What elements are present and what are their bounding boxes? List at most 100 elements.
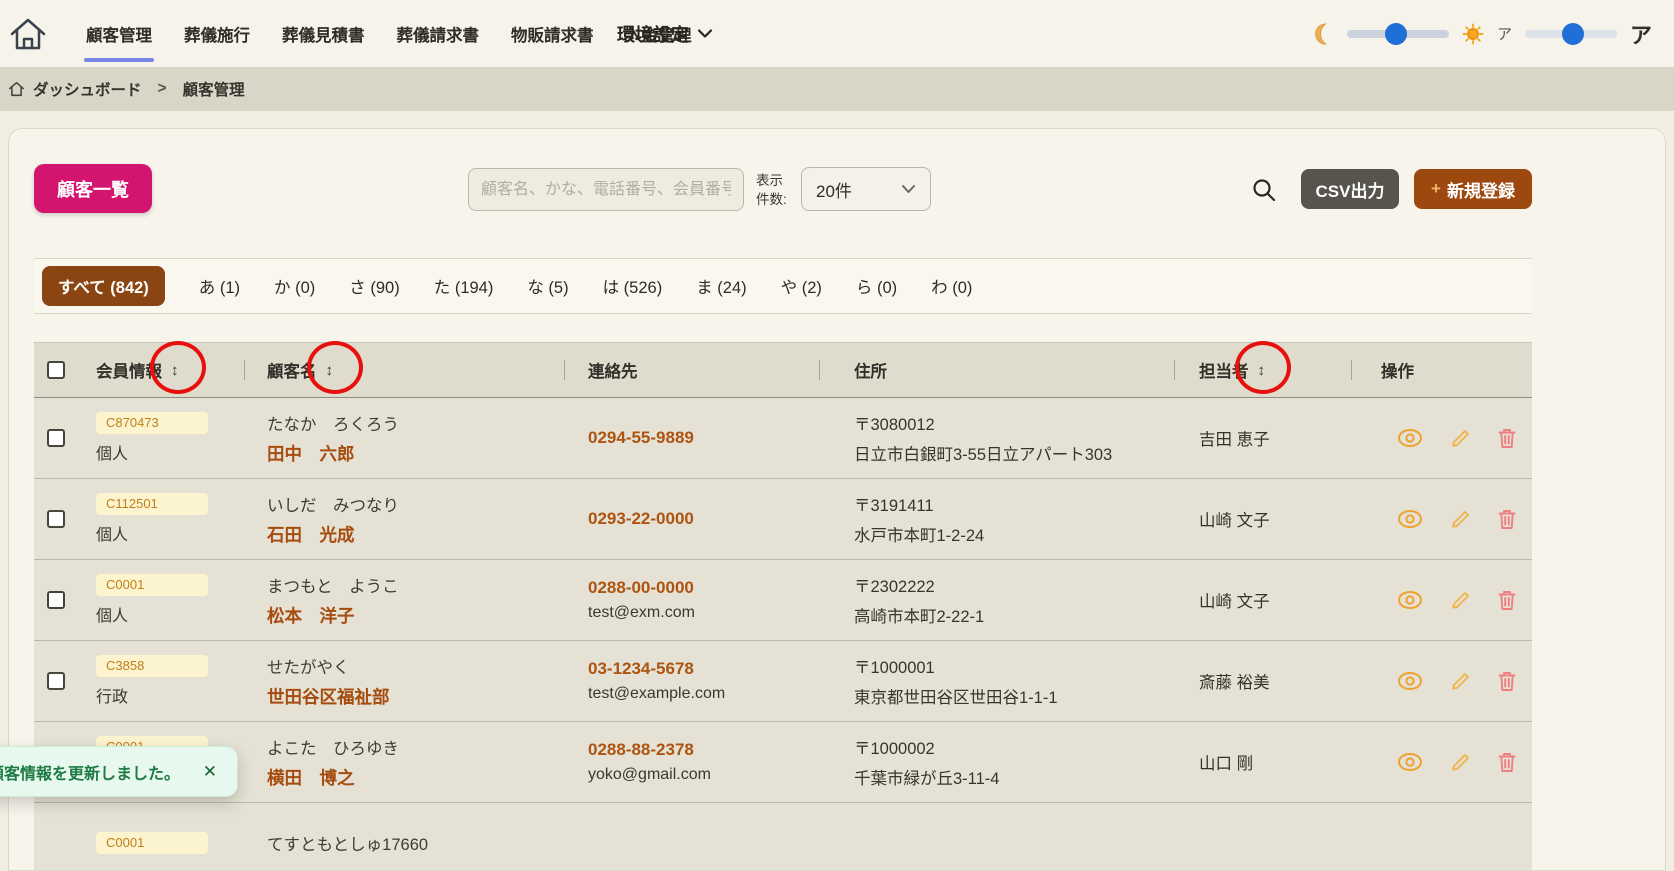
sort-icon[interactable]: ↕	[171, 362, 179, 379]
edit-pencil-icon[interactable]	[1449, 751, 1471, 773]
cell-address	[819, 803, 1174, 870]
customer-list-button[interactable]: 顧客一覧	[34, 164, 152, 213]
view-eye-icon[interactable]	[1397, 509, 1423, 529]
nav-item-settings[interactable]: 環境設定	[617, 0, 713, 67]
customer-kana: てすともとしゅ17660	[267, 836, 429, 854]
chevron-down-icon	[697, 29, 713, 38]
cell-customer-name: たなか ろくろう 田中 六郎	[244, 398, 564, 478]
phone-number[interactable]: 0294-55-9889	[588, 428, 819, 448]
home-icon[interactable]	[6, 12, 50, 56]
header-contact: 連絡先	[564, 343, 819, 397]
row-checkbox[interactable]	[47, 429, 65, 447]
cell-staff: 山崎 文子	[1174, 560, 1351, 640]
view-eye-icon[interactable]	[1397, 428, 1423, 448]
cell-address: 〒1000002 千葉市緑が丘3-11-4	[819, 722, 1174, 802]
customer-name-link[interactable]: 田中 六郎	[267, 441, 564, 466]
cell-staff: 山崎 文子	[1174, 479, 1351, 559]
cell-address: 〒1000001 東京都世田谷区世田谷1-1-1	[819, 641, 1174, 721]
postal-code: 〒1000001	[854, 659, 935, 677]
phone-number[interactable]: 0293-22-0000	[588, 509, 819, 529]
nav-item[interactable]: 葬儀見積書	[282, 0, 365, 67]
edit-pencil-icon[interactable]	[1449, 589, 1471, 611]
cell-staff: 吉田 恵子	[1174, 398, 1351, 478]
font-large-label: ア	[1629, 22, 1652, 48]
edit-pencil-icon[interactable]	[1449, 670, 1471, 692]
customer-name-link[interactable]: 世田谷区福祉部	[267, 684, 564, 709]
cell-member-info: C3858 行政	[34, 641, 244, 721]
plus-icon: +	[1431, 179, 1441, 198]
nav-item-label: 葬儀請求書	[396, 26, 480, 45]
customer-type: 個人	[96, 446, 129, 463]
delete-trash-icon[interactable]	[1497, 427, 1517, 449]
font-size-slider[interactable]	[1524, 22, 1617, 45]
kana-filter-tab[interactable]: ら (0)	[856, 274, 897, 298]
nav-item[interactable]: 顧客管理	[84, 0, 154, 67]
postal-code: 〒1000002	[854, 740, 935, 758]
customer-name-link[interactable]: 石田 光成	[267, 522, 564, 547]
kana-filter-tab[interactable]: さ (90)	[349, 274, 399, 298]
sort-icon[interactable]: ↕	[326, 362, 334, 379]
view-eye-icon[interactable]	[1397, 590, 1423, 610]
edit-pencil-icon[interactable]	[1449, 427, 1471, 449]
nav-item[interactable]: 物販請求書	[511, 0, 594, 67]
delete-trash-icon[interactable]	[1497, 670, 1517, 692]
kana-filter-tab[interactable]: か (0)	[274, 274, 315, 298]
font-slider-thumb[interactable]	[1561, 22, 1584, 45]
breadcrumb-dashboard[interactable]: ダッシュボード	[33, 78, 142, 100]
search-icon[interactable]	[1251, 177, 1277, 203]
view-eye-icon[interactable]	[1397, 671, 1423, 691]
phone-number[interactable]: 0288-00-0000	[588, 578, 819, 598]
cell-actions	[1351, 479, 1532, 559]
nav-item[interactable]: 葬儀請求書	[397, 0, 480, 67]
search-input[interactable]	[468, 168, 744, 211]
row-checkbox[interactable]	[47, 672, 65, 690]
row-checkbox[interactable]	[47, 591, 65, 609]
kana-filter-tab[interactable]: すべて (842)	[42, 266, 165, 306]
cell-customer-name: いしだ みつなり 石田 光成	[244, 479, 564, 559]
theme-slider[interactable]	[1346, 22, 1449, 45]
nav-item-label: 葬儀施行	[184, 26, 250, 45]
per-page-select[interactable]: 20件	[801, 167, 931, 211]
sort-icon[interactable]: ↕	[1258, 362, 1266, 379]
new-registration-button[interactable]: + 新規登録	[1414, 169, 1532, 209]
kana-filter-tab[interactable]: ま (24)	[696, 274, 746, 298]
kana-filter-tab[interactable]: わ (0)	[931, 274, 972, 298]
kana-filter-tab[interactable]: あ (1)	[199, 274, 240, 298]
csv-export-button[interactable]: CSV出力	[1301, 169, 1399, 209]
kana-filter-tab[interactable]: な (5)	[527, 274, 568, 298]
customer-kana: いしだ みつなり	[267, 496, 399, 515]
phone-number[interactable]: 0288-88-2378	[588, 740, 819, 760]
kana-filter-tab[interactable]: や (2)	[781, 274, 822, 298]
member-code-badge: C3858	[96, 655, 208, 677]
kana-filter-tab[interactable]: は (526)	[603, 274, 663, 298]
table-row: C3858 行政 せたがやく 世田谷区福祉部 03-1234-5678 test…	[34, 641, 1532, 722]
customer-name-link[interactable]: 横田 博之	[267, 765, 564, 790]
cell-contact: 03-1234-5678 test@example.com	[564, 641, 819, 721]
edit-pencil-icon[interactable]	[1449, 508, 1471, 530]
phone-number[interactable]: 03-1234-5678	[588, 659, 819, 679]
header-actions: 操作	[1351, 343, 1532, 397]
toast-message: 顧客情報を更新しました。	[0, 765, 181, 783]
kana-filter-tab[interactable]: た (194)	[434, 274, 494, 298]
sun-icon	[1462, 23, 1484, 44]
table-row: C0001 てすともとしゅ17660	[34, 803, 1532, 870]
delete-trash-icon[interactable]	[1497, 508, 1517, 530]
delete-trash-icon[interactable]	[1497, 751, 1517, 773]
table-row: C0001 個人 まつもと ようこ 松本 洋子 0288-00-0000 tes…	[34, 560, 1532, 641]
table-header-row: 会員情報 ↕ 顧客名 ↕ 連絡先 住所 担当者 ↕ 操作	[34, 342, 1532, 398]
cell-member-info: C0001 個人	[34, 560, 244, 640]
breadcrumb-separator: >	[157, 80, 167, 97]
delete-trash-icon[interactable]	[1497, 589, 1517, 611]
customer-name-link[interactable]: 松本 洋子	[267, 603, 564, 628]
close-icon[interactable]: ✕	[203, 762, 217, 782]
postal-code: 〒2302222	[854, 578, 935, 596]
row-checkbox[interactable]	[47, 510, 65, 528]
nav-item[interactable]: 葬儀施行	[184, 0, 250, 67]
street-address: 水戸市本町1-2-24	[854, 527, 985, 545]
cell-staff: 斎藤 裕美	[1174, 641, 1351, 721]
theme-slider-thumb[interactable]	[1384, 22, 1407, 45]
top-nav: 顧客管理 葬儀施行 葬儀見積書 葬儀請求書 物販請求書 入金管理 環境設定 ア …	[0, 0, 1674, 67]
view-eye-icon[interactable]	[1397, 752, 1423, 772]
content-card: 顧客一覧 表示 件数: 20件 CSV出力 + 新規登録 すべて (842) あ …	[8, 128, 1666, 871]
home-small-icon	[9, 81, 24, 97]
